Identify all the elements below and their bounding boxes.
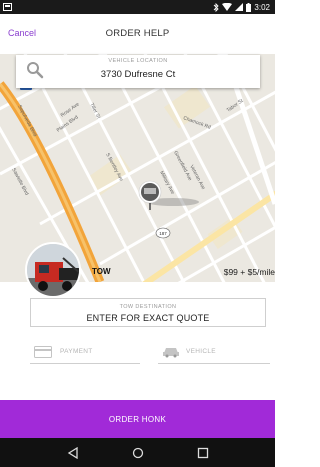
service-name: TOW — [92, 267, 111, 276]
page-title: ORDER HELP — [105, 28, 170, 39]
payment-field[interactable]: PAYMENT — [30, 342, 140, 364]
tow-destination-field[interactable]: TOW DESTINATION ENTER FOR EXACT QUOTE — [30, 298, 266, 327]
service-price: $99 + $5/mile — [223, 267, 275, 277]
clock: 3:02 — [254, 2, 270, 12]
route-shield-187: 187 — [155, 227, 171, 239]
android-nav-bar — [0, 438, 275, 467]
wifi-icon — [222, 3, 233, 11]
svg-text:187: 187 — [159, 231, 167, 236]
order-honk-button[interactable]: ORDER HONK — [0, 400, 275, 438]
tow-destination-label: TOW DESTINATION — [119, 304, 177, 310]
signal-icon — [235, 3, 244, 11]
credit-card-icon — [34, 345, 52, 363]
payment-label: PAYMENT — [60, 348, 93, 355]
vehicle-location-card[interactable]: VEHICLE LOCATION 3730 Dufresne Ct — [16, 55, 260, 88]
vehicle-label: VEHICLE — [186, 348, 216, 355]
bluetooth-icon — [213, 2, 220, 12]
back-icon[interactable] — [63, 443, 83, 463]
recents-icon[interactable] — [193, 443, 213, 463]
home-icon[interactable] — [128, 443, 148, 463]
tow-destination-value[interactable]: ENTER FOR EXACT QUOTE — [31, 313, 265, 323]
vehicle-field[interactable]: VEHICLE — [158, 342, 270, 364]
status-bar: 3:02 — [0, 0, 275, 14]
notification-icon — [3, 3, 12, 11]
app-header: Cancel ORDER HELP — [0, 14, 275, 54]
tow-truck-image — [25, 242, 81, 298]
vehicle-location-label: VEHICLE LOCATION — [108, 58, 168, 64]
vehicle-location-value[interactable]: 3730 Dufresne Ct — [16, 69, 260, 80]
battery-icon — [246, 2, 252, 12]
service-option[interactable]: TOW $99 + $5/mile — [0, 242, 275, 298]
car-icon — [162, 345, 180, 363]
